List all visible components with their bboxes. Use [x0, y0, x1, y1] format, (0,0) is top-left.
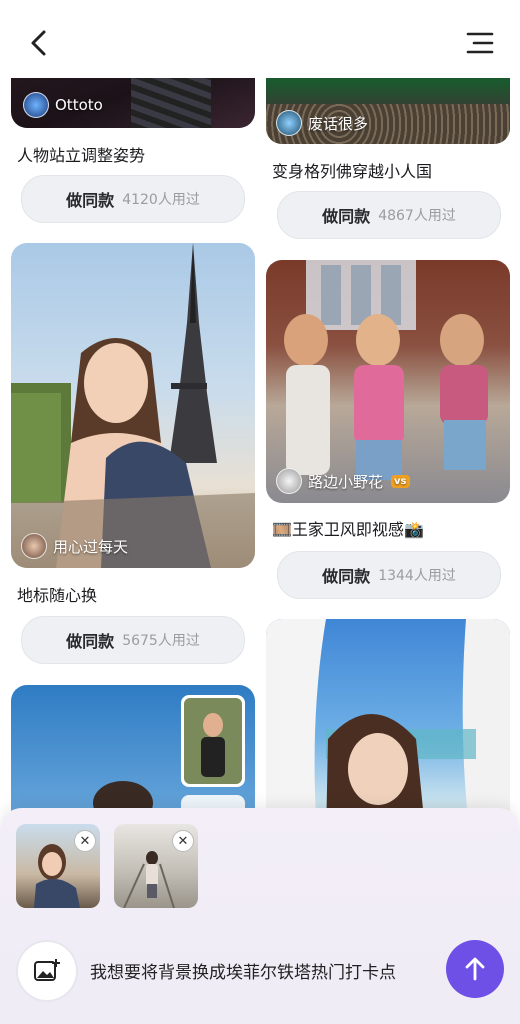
author-tag: 用心过每天 [21, 533, 128, 559]
avatar [21, 533, 47, 559]
template-card-image[interactable]: Ottoto [11, 78, 255, 128]
usage-count: 4867人用过 [378, 208, 456, 224]
chevron-left-icon [31, 30, 46, 56]
remove-image-button[interactable]: ✕ [172, 830, 194, 852]
avatar [23, 92, 49, 118]
avatar [276, 468, 302, 494]
template-card-image[interactable]: 用心过每天 [11, 243, 255, 568]
author-name: 用心过每天 [53, 537, 129, 556]
prompt-input[interactable]: 我想要将背景换成埃菲尔铁塔热门打卡点 [90, 958, 430, 983]
prompt-composer: ✕ ✕ 我想要将背景换成埃菲尔铁塔热门打卡点 [0, 808, 520, 1024]
add-image-icon [34, 959, 60, 981]
make-same-button[interactable]: 做同款 4120人用过 [21, 175, 245, 223]
image-detail [131, 78, 211, 128]
photo-illustration [11, 243, 255, 568]
author-name: Ottoto [55, 96, 103, 114]
template-title: 地标随心换 [17, 586, 98, 605]
camera-emoji: 📸 [403, 520, 424, 539]
avatar [276, 110, 302, 136]
add-image-button[interactable] [16, 940, 78, 1002]
make-same-button[interactable]: 做同款 5675人用过 [21, 616, 245, 664]
make-same-label: 做同款 [66, 632, 115, 651]
close-icon: ✕ [177, 833, 189, 849]
template-title: 🎞️王家卫风即视感📸 [272, 516, 424, 540]
top-bar [0, 0, 520, 78]
vs-badge: vs [391, 474, 410, 488]
author-tag: 废话很多 [276, 110, 368, 136]
make-same-label: 做同款 [322, 207, 371, 226]
menu-icon [466, 32, 494, 54]
usage-count: 4120人用过 [122, 192, 200, 208]
arrow-up-icon [465, 957, 485, 981]
template-card-image[interactable]: 废话很多 [266, 78, 510, 144]
back-button[interactable] [26, 28, 54, 58]
usage-count: 1344人用过 [378, 568, 456, 584]
send-button[interactable] [446, 940, 504, 998]
make-same-button[interactable]: 做同款 1344人用过 [277, 551, 501, 599]
template-title-text: 王家卫风即视感 [291, 520, 404, 539]
author-tag: Ottoto [23, 92, 103, 118]
menu-button[interactable] [466, 30, 494, 56]
make-same-label: 做同款 [66, 191, 115, 210]
film-emoji: 🎞️ [272, 520, 292, 539]
close-icon: ✕ [79, 833, 91, 849]
author-tag: 路边小野花 vs [276, 468, 410, 494]
author-name: 路边小野花 [308, 472, 384, 491]
author-name: 废话很多 [308, 114, 369, 133]
make-same-label: 做同款 [322, 567, 371, 586]
make-same-button[interactable]: 做同款 4867人用过 [277, 191, 501, 239]
template-title: 变身格列佛穿越小人国 [272, 162, 433, 181]
photo-illustration [284, 260, 488, 480]
remove-image-button[interactable]: ✕ [74, 830, 96, 852]
usage-count: 5675人用过 [122, 633, 200, 649]
template-title: 人物站立调整姿势 [17, 146, 146, 165]
template-card-image[interactable]: 路边小野花 vs [266, 260, 510, 503]
